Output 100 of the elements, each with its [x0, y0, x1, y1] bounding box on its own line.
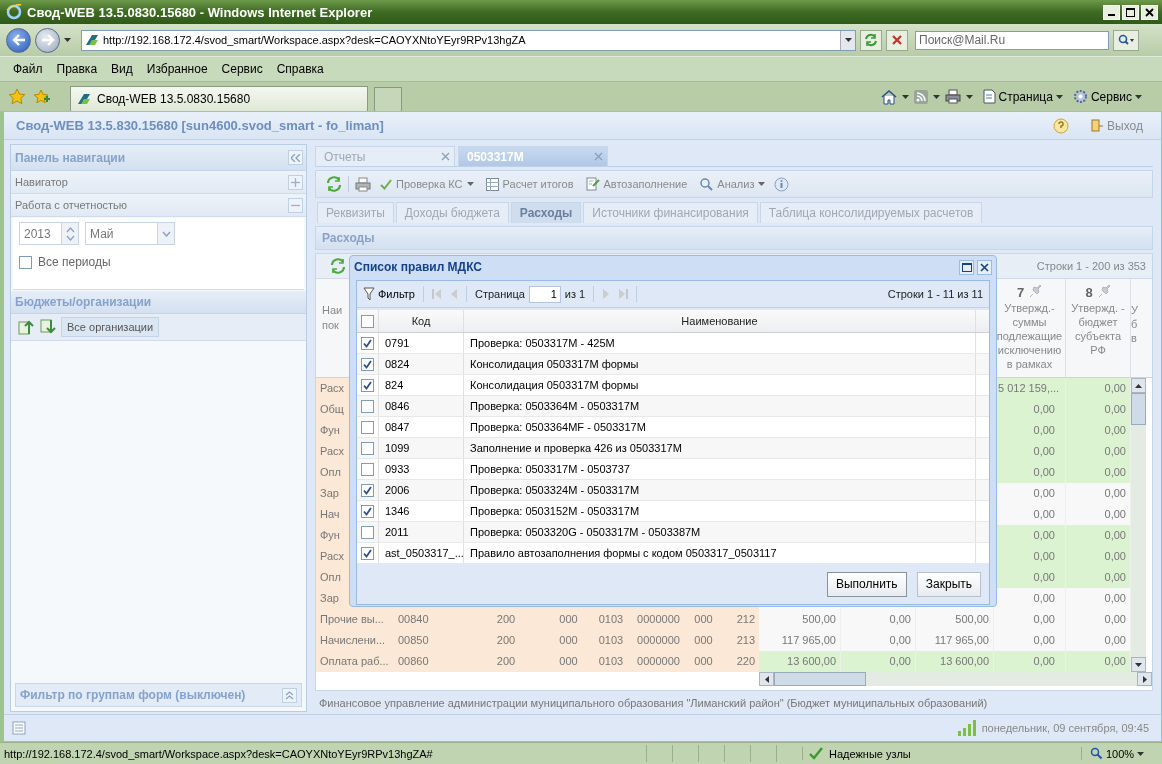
- row-checkbox[interactable]: [361, 378, 374, 392]
- table-cell: 13 600,00: [759, 651, 841, 672]
- toolbar-button[interactable]: Анализ: [696, 175, 769, 193]
- expand-button[interactable]: [288, 174, 303, 190]
- section-title: Расходы: [322, 231, 375, 245]
- table-cell: 000: [546, 609, 591, 630]
- download-icon[interactable]: [39, 318, 57, 336]
- exit-button[interactable]: Выход: [1085, 116, 1149, 135]
- date-time: понедельник, 09 сентября, 09:45: [981, 722, 1149, 734]
- search-field[interactable]: Поиск@Mail.Ru: [915, 30, 1109, 50]
- row-checkbox[interactable]: [361, 399, 374, 413]
- scroll-up-icon[interactable]: [1135, 383, 1142, 388]
- menu-item[interactable]: Вид: [111, 62, 133, 76]
- toolbar-button[interactable]: Расчет итогов: [482, 175, 577, 193]
- row-checkbox[interactable]: [361, 483, 374, 497]
- collapse-button[interactable]: [288, 150, 303, 165]
- refresh-button[interactable]: [860, 29, 882, 51]
- table-cell: 0103: [591, 630, 631, 651]
- close-icon[interactable]: [594, 152, 603, 161]
- table-cell: 0,00: [1066, 378, 1131, 399]
- scroll-thumb[interactable]: [774, 672, 866, 686]
- dialog-title: Список правил МДКС: [354, 260, 483, 274]
- caret-icon: [932, 94, 940, 99]
- table-cell: 0,00: [1066, 441, 1131, 462]
- row-checkbox[interactable]: [361, 462, 374, 476]
- pin-icon[interactable]: [1096, 285, 1111, 299]
- close-dialog-button[interactable]: Закрыть: [916, 571, 981, 597]
- feed-icon[interactable]: [913, 89, 928, 104]
- expand-button[interactable]: [282, 687, 297, 703]
- panel-title: Панель навигации: [15, 150, 127, 165]
- tab-title: Свод-WEB 13.5.0830.15680: [97, 92, 251, 106]
- refresh-icon[interactable]: [326, 176, 342, 192]
- menu-item[interactable]: Файл: [13, 62, 43, 76]
- row-checkbox[interactable]: [361, 441, 374, 455]
- toolbar-button[interactable]: Автозаполнение: [582, 175, 691, 193]
- form-tab[interactable]: Расходы: [510, 202, 582, 223]
- upload-icon[interactable]: [17, 318, 35, 336]
- row-checkbox[interactable]: [361, 336, 374, 350]
- stop-button[interactable]: [886, 29, 908, 51]
- table-cell: 1099: [379, 438, 464, 458]
- maximize-button[interactable]: [959, 259, 974, 275]
- address-dropdown[interactable]: [840, 30, 855, 50]
- menu-item[interactable]: Правка: [56, 62, 98, 76]
- row-checkbox[interactable]: [361, 546, 374, 560]
- printer-icon[interactable]: [355, 176, 371, 192]
- printer-icon[interactable]: [944, 89, 961, 104]
- new-tab-button[interactable]: [374, 87, 402, 111]
- caret-icon: [965, 94, 973, 99]
- year-spinner[interactable]: 2013: [19, 222, 79, 245]
- all-periods-checkbox[interactable]: [19, 255, 32, 269]
- pin-icon[interactable]: [1028, 285, 1043, 299]
- page-field[interactable]: 1: [528, 285, 561, 303]
- close-icon[interactable]: [441, 152, 450, 161]
- horizontal-scrollbar[interactable]: [759, 672, 1152, 686]
- row-checkbox[interactable]: [361, 504, 374, 518]
- favorites-star-icon[interactable]: [8, 87, 26, 106]
- document-icon[interactable]: [12, 721, 26, 735]
- month-select[interactable]: Май: [85, 222, 175, 245]
- close-button[interactable]: [977, 259, 992, 275]
- help-icon[interactable]: [1053, 117, 1070, 134]
- collapse-button[interactable]: [288, 197, 303, 213]
- scroll-right-icon[interactable]: [1142, 675, 1147, 683]
- funnel-icon: [363, 287, 375, 301]
- security-zone: Надежные узлы: [829, 747, 911, 760]
- row-checkbox[interactable]: [361, 420, 374, 434]
- select-all-checkbox[interactable]: [361, 314, 374, 328]
- table-cell: 500,00: [916, 609, 994, 630]
- table-cell: Проверка: 0503364М - 0503317М: [464, 396, 976, 416]
- toolbar-button[interactable]: Проверка КС: [377, 176, 477, 192]
- window-title: Свод-WEB 13.5.0830.15680 - Windows Internet Explorer: [27, 4, 374, 20]
- scroll-down-icon[interactable]: [1135, 662, 1142, 667]
- browser-tab[interactable]: Свод-WEB 13.5.0830.15680: [70, 86, 368, 111]
- run-button[interactable]: Выполнить: [826, 571, 907, 597]
- address-field[interactable]: http://192.168.172.4/svod_smart/Workspace.aspx?desk=CAOYXNtoYEyr9RPv13hgZA: [81, 29, 856, 51]
- home-icon[interactable]: [880, 88, 897, 105]
- forward-button[interactable]: [35, 27, 60, 53]
- table-cell: 0,00: [994, 567, 1066, 588]
- scroll-left-icon[interactable]: [764, 675, 769, 683]
- check-icon: [380, 178, 392, 190]
- zoom-control[interactable]: 100%: [1081, 747, 1162, 760]
- caret-icon: [1135, 94, 1142, 99]
- refresh-icon[interactable]: [330, 258, 346, 274]
- row-checkbox[interactable]: [361, 525, 374, 539]
- vertical-scrollbar[interactable]: [1131, 378, 1146, 672]
- menu-item[interactable]: Справка: [276, 62, 324, 76]
- organizations-button[interactable]: Все организации: [61, 317, 160, 337]
- add-favorite-icon[interactable]: [32, 87, 50, 106]
- search-button[interactable]: [1113, 29, 1139, 51]
- menu-item[interactable]: Избранное: [146, 62, 208, 76]
- scroll-thumb[interactable]: [1131, 393, 1146, 425]
- maximize-icon: [961, 262, 972, 272]
- menu-item[interactable]: Сервис: [221, 62, 263, 76]
- back-button[interactable]: [6, 27, 31, 53]
- row-checkbox[interactable]: [361, 357, 374, 371]
- tools-menu[interactable]: Сервис: [1072, 89, 1142, 104]
- table-cell: 0,00: [1066, 588, 1131, 609]
- info-icon[interactable]: [774, 176, 790, 192]
- minimize-button[interactable]: [1103, 4, 1120, 20]
- table-cell: 13 600,00: [916, 651, 994, 672]
- page-menu[interactable]: Страница: [982, 89, 1063, 104]
